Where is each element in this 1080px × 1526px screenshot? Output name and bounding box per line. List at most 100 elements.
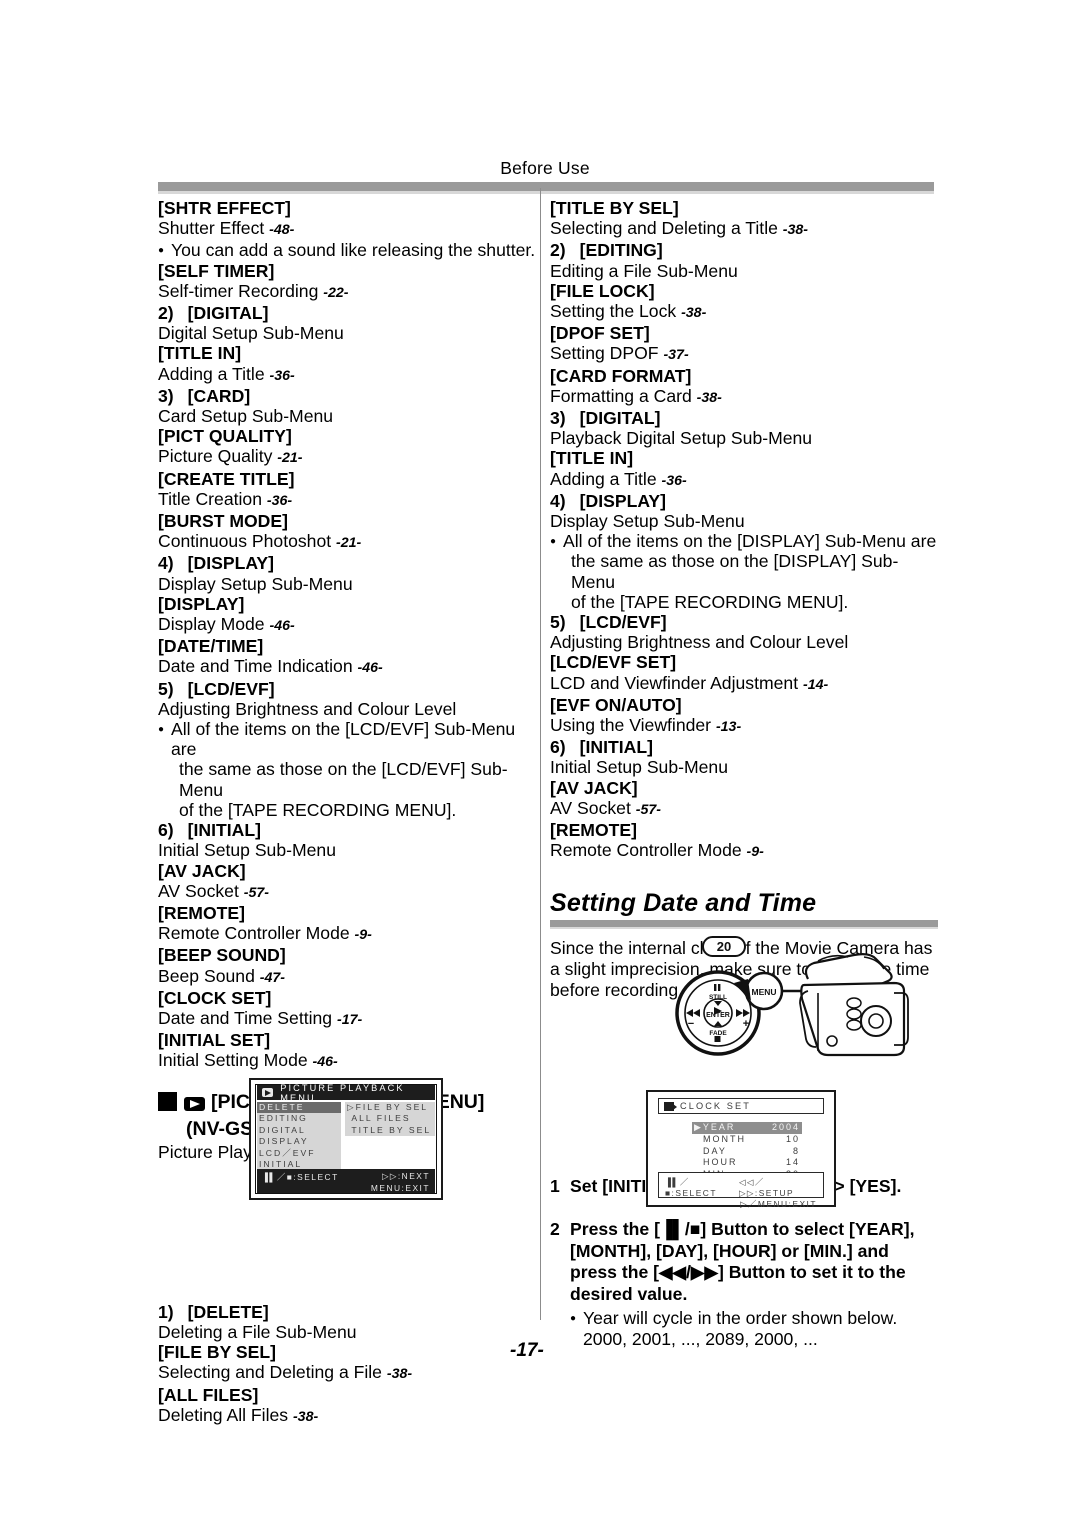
- osd-menu-item[interactable]: LCD／EVF: [257, 1147, 341, 1160]
- menu-term: [EDITING]: [579, 240, 663, 261]
- menu-note-line: of the [TAPE RECORDING MENU].: [571, 591, 849, 612]
- page-reference: -38-: [782, 222, 809, 239]
- page-reference: -22-: [323, 284, 349, 301]
- menu-number: 6): [158, 820, 174, 841]
- menu-term: [DATE/TIME]: [158, 636, 264, 657]
- menu-number: 4): [158, 553, 174, 574]
- menu-description: Title Creation -36-: [158, 488, 293, 509]
- left-column-entries-after: 1) [DELETE] Deleting a File Sub-Menu [FILE …: [158, 1302, 536, 1427]
- menu-term: [LCD/EVF]: [579, 612, 667, 633]
- osd-pp-column-2: ▷FILE BY SEL ALL FILES TITLE BY SEL: [345, 1102, 435, 1137]
- left-column: [SHTR EFFECT]Shutter Effect -48-You can …: [158, 198, 536, 1427]
- menu-description: Display Mode -46-: [158, 614, 295, 635]
- clock-set-label: MONTH: [694, 1133, 746, 1144]
- menu-term: [FILE LOCK]: [550, 280, 655, 301]
- menu-number: 6): [550, 737, 566, 758]
- step-note-line: 2000, 2001, ..., 2089, 2000, ...: [583, 1329, 818, 1350]
- menu-numbered-term: 2) [EDITING]: [550, 240, 938, 260]
- menu-description: Deleting All Files -38-: [158, 1404, 319, 1425]
- page-reference: -46-: [357, 660, 383, 677]
- clock-set-row[interactable]: ▶YEAR 2004: [692, 1122, 802, 1134]
- svg-text:ENTER: ENTER: [706, 1012, 730, 1019]
- menu-note: All of the items on the [DISPLAY] Sub-Me…: [550, 531, 938, 612]
- menu-description: AV Socket -57-: [158, 880, 269, 901]
- osd-menu-item[interactable]: DELETE: [257, 1102, 341, 1114]
- menu-description: Initial Setup Sub-Menu: [550, 757, 728, 778]
- menu-description: Setting the Lock -38-: [550, 301, 707, 322]
- step-note: Year will cycle in the order shown below…: [570, 1308, 938, 1350]
- menu-description: Playback Digital Setup Sub-Menu: [550, 428, 813, 449]
- clock-set-row[interactable]: MONTH 10: [692, 1134, 802, 1146]
- page-reference: -48-: [269, 222, 295, 239]
- menu-number: 5): [158, 678, 174, 699]
- menu-term: [TITLE IN]: [550, 448, 634, 469]
- osd-cs-title: CLOCK SET: [680, 1101, 751, 1111]
- menu-description: Display Setup Sub-Menu: [158, 573, 353, 594]
- osd-submenu-item[interactable]: TITLE BY SEL: [345, 1124, 435, 1137]
- osd-menu-item[interactable]: DISPLAY: [257, 1136, 341, 1148]
- osd-pp-title-bar: PICTURE PLAYBACK MENU: [257, 1083, 435, 1103]
- menu-number: 2): [550, 240, 566, 261]
- menu-term: [REMOTE]: [158, 902, 245, 923]
- svg-text:20: 20: [717, 939, 731, 954]
- menu-term: [DELETE]: [187, 1301, 269, 1322]
- osd-cs-title-bar: CLOCK SET: [658, 1098, 824, 1114]
- osd-submenu-item[interactable]: ▷FILE BY SEL: [345, 1102, 435, 1114]
- column-divider: [540, 188, 541, 1320]
- svg-text:FADE: FADE: [709, 1030, 727, 1037]
- osd-cs-footer-left: ▐▌／■:SELECT: [665, 1177, 717, 1198]
- menu-term: [FILE BY SEL]: [158, 1342, 276, 1363]
- page-reference: -9-: [354, 927, 372, 944]
- clock-set-value: 14: [785, 1157, 800, 1168]
- menu-term: [LCD/EVF SET]: [550, 652, 677, 673]
- menu-description: AV Socket -57-: [550, 797, 661, 818]
- menu-description: Using the Viewfinder -13-: [550, 715, 742, 736]
- menu-term: [INITIAL]: [579, 737, 653, 758]
- menu-numbered-term: 6) [INITIAL]: [550, 737, 938, 757]
- menu-description: Setting DPOF -37-: [550, 343, 689, 364]
- right-column-entries: [TITLE BY SEL] Selecting and Deleting a T…: [550, 198, 938, 863]
- step-number: 2: [550, 1219, 560, 1240]
- page-reference: -13-: [715, 719, 742, 736]
- step-number: 1: [550, 1175, 560, 1196]
- osd-submenu-item[interactable]: ALL FILES: [345, 1113, 435, 1125]
- menu-note-line: of the [TAPE RECORDING MENU].: [179, 799, 457, 820]
- header-rule: [158, 182, 934, 194]
- menu-description: Selecting and Deleting a Title -38-: [550, 218, 809, 239]
- menu-term: [DISPLAY]: [579, 490, 667, 511]
- svg-text:MENU: MENU: [751, 987, 776, 997]
- page-reference: -14-: [802, 676, 829, 693]
- menu-description: LCD and Viewfinder Adjustment -14-: [550, 672, 829, 693]
- clock-set-row[interactable]: HOUR 14: [692, 1157, 802, 1169]
- menu-term: [LCD/EVF]: [187, 678, 275, 699]
- menu-term: [SELF TIMER]: [158, 260, 275, 281]
- menu-term: [BEEP SOUND]: [158, 945, 286, 966]
- osd-pp-footer-right-2: MENU:EXIT: [370, 1183, 430, 1193]
- svg-text:STILL: STILL: [709, 994, 727, 1001]
- menu-term: [TITLE BY SEL]: [550, 198, 679, 218]
- menu-term: [INITIAL]: [187, 820, 261, 841]
- page-reference: -38-: [386, 1366, 413, 1383]
- osd-menu-item[interactable]: DIGITAL: [257, 1124, 341, 1137]
- menu-numbered-term: 3) [CARD]: [158, 386, 536, 406]
- menu-note-line: the same as those on the [DISPLAY] Sub-M…: [571, 551, 899, 592]
- step-line: Press the [▐▌/■] Button to select [YEAR]…: [570, 1219, 915, 1240]
- menu-description: Remote Controller Mode -9-: [550, 840, 764, 861]
- page-reference: -17-: [336, 1011, 363, 1028]
- menu-note-line: All of the items on the [DISPLAY] Sub-Me…: [563, 531, 937, 552]
- menu-description: Adjusting Brightness and Colour Level: [158, 698, 457, 719]
- menu-term: [DPOF SET]: [550, 323, 650, 344]
- osd-menu-item[interactable]: EDITING: [257, 1113, 341, 1125]
- osd-pp-column-1: DELETE EDITING DIGITAL DISPLAY LCD／EVF INITIA…: [257, 1102, 341, 1171]
- menu-term: [BURST MODE]: [158, 511, 288, 532]
- menu-description: Picture Quality -21-: [158, 446, 303, 467]
- menu-description: Selecting and Deleting a File -38-: [158, 1362, 413, 1383]
- menu-description: Initial Setting Mode -46-: [158, 1050, 338, 1071]
- menu-term: [INITIAL SET]: [158, 1030, 271, 1051]
- page-reference: -38-: [696, 389, 722, 406]
- menu-description: Editing a File Sub-Menu: [550, 260, 738, 281]
- page-reference: -47-: [259, 969, 285, 986]
- menu-description: Digital Setup Sub-Menu: [158, 323, 344, 344]
- clock-set-row[interactable]: DAY 8: [692, 1146, 802, 1158]
- osd-clock-set: CLOCK SET ▶YEAR 2004 MONTH 10 DAY 8 HOUR 14 …: [646, 1090, 836, 1209]
